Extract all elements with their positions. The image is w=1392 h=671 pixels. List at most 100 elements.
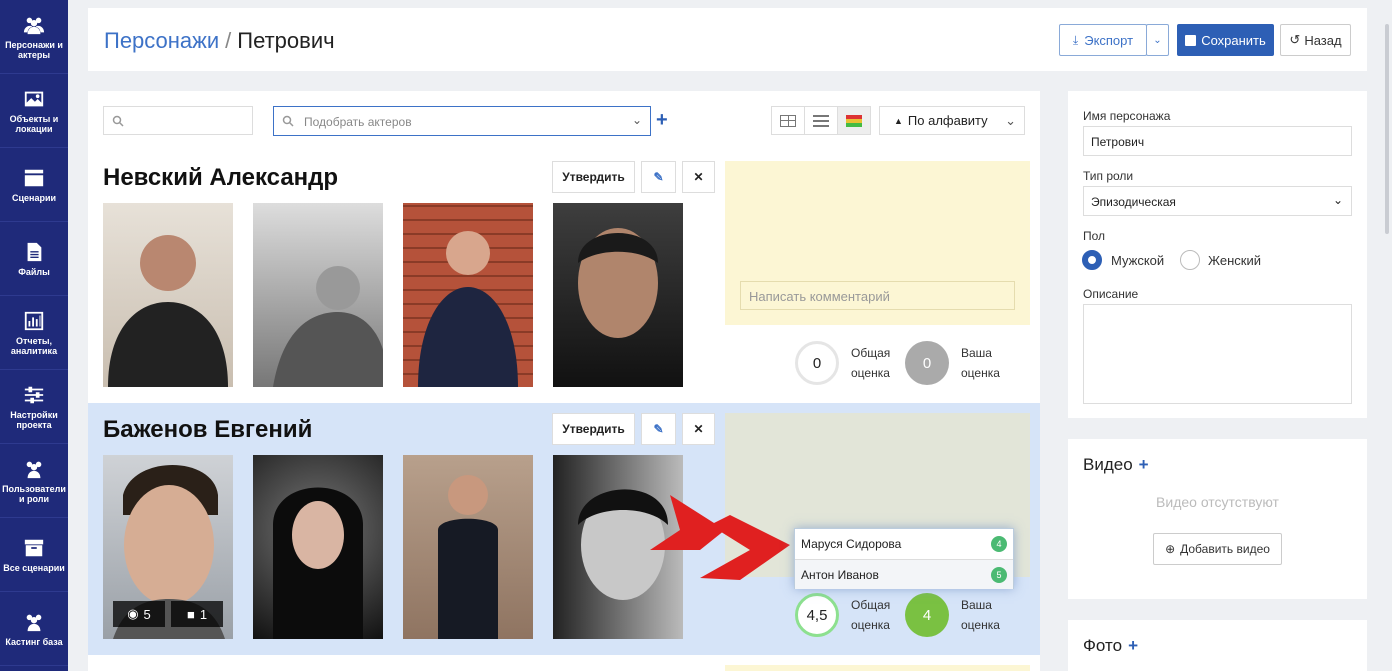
photo-count: 5 — [143, 606, 151, 622]
grid-view-button[interactable] — [772, 107, 805, 134]
list-view-button[interactable] — [805, 107, 838, 134]
sidebar-item-settings[interactable]: Настройки проекта — [0, 370, 68, 444]
actor-photo[interactable]: ◉ 5 ■ 1 — [103, 455, 233, 639]
actor-picker-select[interactable]: Подобрать актеров ⌄ — [273, 106, 651, 136]
actor-photo[interactable] — [553, 203, 683, 387]
save-label: Сохранить — [1201, 32, 1266, 48]
approve-button[interactable]: Утвердить — [552, 161, 635, 193]
character-name-value: Петрович — [1091, 135, 1145, 149]
sidebar-item-casting[interactable]: Кастинг база — [0, 592, 68, 666]
person-silhouette — [578, 228, 658, 338]
sidebar-item-all-scripts[interactable]: Все сценарии — [0, 518, 68, 592]
add-photo-icon[interactable]: + — [1128, 636, 1138, 655]
camera-icon: ◉ — [127, 606, 139, 621]
your-score[interactable]: 4 — [905, 593, 949, 637]
edit-button[interactable]: ✎ — [641, 161, 676, 193]
overall-score-label: Общая оценка — [851, 595, 890, 635]
page-scrollbar[interactable] — [1385, 24, 1389, 234]
actor-photo[interactable] — [403, 455, 533, 639]
photo-panel: Фото + — [1068, 620, 1367, 671]
approve-label: Утвердить — [562, 170, 625, 184]
archive-icon — [24, 539, 44, 556]
save-button[interactable]: Сохранить — [1177, 24, 1274, 56]
actor-photo[interactable] — [253, 455, 383, 639]
add-video-button[interactable]: ⊕ Добавить видео — [1153, 533, 1282, 565]
export-button[interactable]: ⤓ Экспорт — [1059, 24, 1147, 56]
comment-box: Написать комментарий — [725, 161, 1030, 325]
sidebar-item-label: Файлы — [18, 266, 50, 277]
add-video-icon[interactable]: + — [1139, 455, 1149, 474]
overall-label-line: Общая — [851, 346, 891, 360]
actor-photo[interactable] — [403, 203, 533, 387]
rater-name: Маруся Сидорова — [801, 537, 902, 551]
search-icon — [112, 115, 124, 127]
breadcrumb-link[interactable]: Персонажи — [104, 28, 219, 53]
sidebar: Персонажи и актеры Объекты и локации Сце… — [0, 0, 68, 671]
remove-button[interactable]: ✕ — [682, 413, 715, 445]
actor-name: Невский Александр — [103, 164, 339, 191]
person-silhouette — [273, 487, 363, 639]
edit-icon: ✎ — [653, 170, 664, 184]
character-name-label: Имя персонажа — [1083, 109, 1171, 123]
sidebar-item-reports[interactable]: Отчеты, аналитика — [0, 296, 68, 370]
search-icon — [282, 115, 294, 127]
video-panel: Видео + Видео отсутствуют ⊕ Добавить видео — [1068, 439, 1367, 599]
sidebar-item-label: Персонажи и актеры — [5, 39, 63, 60]
remove-button[interactable]: ✕ — [682, 161, 715, 193]
person-silhouette — [108, 235, 228, 387]
chevron-down-icon: ⌄ — [1332, 193, 1343, 207]
search-input[interactable] — [103, 106, 253, 135]
annotation-arrow — [650, 495, 790, 580]
gender-female-radio[interactable] — [1180, 250, 1200, 270]
sidebar-item-scripts[interactable]: Сценарии — [0, 148, 68, 222]
add-actor-icon[interactable]: + — [656, 109, 668, 132]
sidebar-item-label: Отчеты, аналитика — [10, 335, 58, 356]
gender-male-label: Мужской — [1111, 253, 1165, 268]
person-silhouette — [438, 475, 498, 639]
sort-label: По алфавиту — [907, 113, 988, 128]
rater-name: Антон Иванов — [801, 567, 879, 582]
video-camera-icon: ■ — [186, 606, 195, 622]
actor-photo[interactable] — [253, 203, 383, 387]
edit-icon: ✎ — [653, 422, 664, 436]
actor-card: Невский Александр Утвердить ✎ ✕ Написать… — [88, 151, 1040, 403]
export-dropdown-button[interactable]: ⌄ — [1146, 24, 1169, 56]
approve-button[interactable]: Утвердить — [552, 413, 635, 445]
back-button[interactable]: ↺ Назад — [1280, 24, 1351, 56]
sidebar-item-label: Настройки проекта — [10, 409, 58, 430]
sidebar-item-objects[interactable]: Объекты и локации — [0, 74, 68, 148]
gender-male-radio[interactable] — [1082, 250, 1102, 270]
your-score[interactable]: 0 — [905, 341, 949, 385]
caret-up-icon: ▲ — [894, 115, 903, 126]
sliders-icon — [24, 386, 44, 403]
overall-score-value: 4,5 — [806, 606, 828, 624]
sort-select[interactable]: ▲ По алфавиту ⌄ — [879, 106, 1025, 135]
actor-picker-placeholder: Подобрать актеров — [304, 115, 412, 129]
color-view-button[interactable] — [838, 107, 870, 134]
sidebar-item-characters[interactable]: Персонажи и актеры — [0, 0, 68, 74]
sidebar-item-users[interactable]: Пользователи и роли — [0, 444, 68, 518]
description-textarea[interactable] — [1083, 304, 1352, 404]
character-name-field[interactable]: Петрович — [1083, 126, 1352, 156]
approve-label: Утвердить — [562, 422, 625, 436]
overall-score-label: Общая оценка — [851, 343, 890, 383]
sidebar-item-label: Объекты и локации — [9, 113, 59, 134]
role-type-label: Тип роли — [1083, 169, 1134, 183]
role-type-select[interactable]: Эпизодическая ⌄ — [1083, 186, 1352, 216]
comment-input[interactable]: Написать комментарий — [740, 281, 1015, 310]
actor-photo[interactable] — [103, 203, 233, 387]
your-score-value: 4 — [922, 606, 932, 624]
export-label: Экспорт — [1084, 32, 1134, 48]
chart-icon — [24, 311, 44, 330]
edit-button[interactable]: ✎ — [641, 413, 676, 445]
view-toggle — [771, 106, 871, 135]
page-title: Петрович — [237, 28, 335, 53]
gender-label: Пол — [1083, 229, 1106, 243]
your-label-line: Ваша — [961, 346, 992, 360]
users-icon — [26, 614, 42, 631]
sidebar-item-files[interactable]: Файлы — [0, 222, 68, 296]
video-title-text: Видео — [1083, 455, 1133, 474]
sidebar-item-label: Все сценарии — [3, 562, 65, 573]
photo-count-badge: ◉ 5 — [113, 601, 165, 627]
actor-card-partial — [725, 665, 1030, 671]
